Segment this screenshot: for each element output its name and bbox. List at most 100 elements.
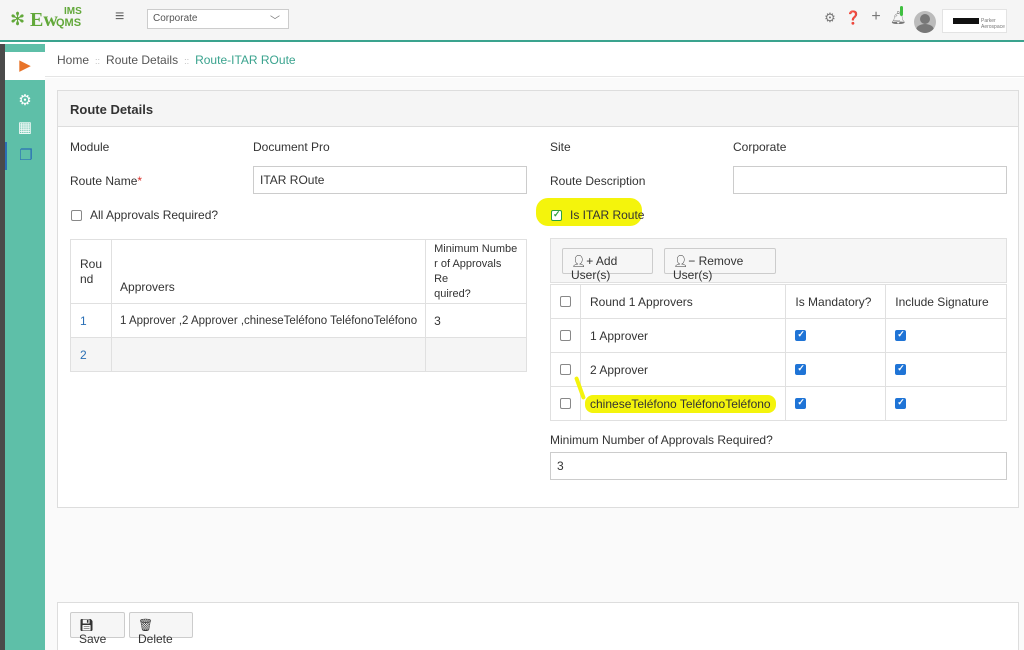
round-header: Rou nd	[69, 239, 113, 304]
route-name-label: Route Name*	[70, 174, 142, 188]
copy-icon: ❐	[19, 147, 33, 164]
min-approvals-label: Minimum Number of Approvals Required?	[550, 433, 773, 447]
delete-button[interactable]: 🗑︎ Delete	[129, 612, 193, 646]
bell-icon[interactable]: 🔔︎	[890, 10, 907, 26]
site-value: Corporate	[733, 140, 787, 154]
sidebar-item-documents[interactable]: ▶	[5, 52, 45, 80]
gear-icon[interactable]: ⚙	[822, 10, 838, 26]
round-link[interactable]: 1	[69, 303, 113, 338]
avatar[interactable]	[914, 11, 936, 33]
signature-checkbox[interactable]	[895, 397, 907, 409]
row-select-checkbox[interactable]	[560, 330, 571, 341]
sidebar-item-settings[interactable]: ⚙	[5, 87, 45, 115]
site-label: Site	[550, 140, 571, 154]
remove-user-icon: 👤︎−	[673, 254, 696, 268]
select-all-checkbox[interactable]	[560, 296, 571, 307]
gears-icon: ⚙	[18, 92, 32, 109]
document-icon: ▶	[19, 57, 31, 74]
approver-name: 2 Approver	[579, 352, 787, 387]
sidebar: ▶ ⚙ ▦ ❐	[0, 44, 45, 650]
table-row: 1 Approver	[550, 318, 1007, 353]
menu-toggle-icon[interactable]: ≡	[115, 8, 124, 26]
logo-flower-icon: ✻	[10, 9, 26, 29]
table-row: 2 Approver	[550, 352, 1007, 387]
approvers-table: Round 1 Approvers Is Mandatory? Include …	[550, 284, 1007, 421]
brand-text: Parker Aerospace	[981, 18, 1005, 30]
site-select[interactable]: Corporate ﹀	[147, 9, 289, 29]
signature-cell	[885, 318, 1007, 353]
round-link[interactable]: 2	[69, 337, 113, 372]
row-select-cell	[550, 318, 581, 353]
table-row: 1 1 Approver ,2 Approver ,chineseTeléfon…	[69, 303, 527, 338]
brand-logo: Parker Aerospace	[942, 9, 1007, 33]
breadcrumb-home[interactable]: Home	[57, 53, 89, 67]
top-bar: ✻ Ew IMS QMS ≡ Corporate ﹀ ⚙ ❓ + 🔔︎ Park…	[0, 0, 1024, 42]
signature-checkbox[interactable]	[895, 363, 907, 375]
mandatory-checkbox[interactable]	[795, 329, 807, 341]
table-row: chineseTeléfono TeléfonoTeléfono	[550, 386, 1007, 421]
min-approvals-cell	[425, 337, 527, 372]
breadcrumb-route-details[interactable]: Route Details	[106, 53, 178, 67]
app-logo[interactable]: ✻ Ew IMS QMS	[10, 6, 90, 34]
route-name-value: ITAR ROute	[260, 173, 325, 187]
site-select-value: Corporate	[153, 13, 198, 24]
approvers-cell	[111, 337, 427, 372]
module-label: Module	[70, 140, 110, 154]
mandatory-checkbox[interactable]	[795, 363, 807, 375]
min-approvals-input[interactable]: 3	[550, 452, 1007, 480]
panel-title: Route Details	[58, 91, 1018, 127]
round-approvers-header: Round 1 Approvers	[579, 284, 787, 319]
signature-header: Include Signature	[885, 284, 1007, 319]
select-all-header	[550, 284, 581, 319]
mandatory-checkbox[interactable]	[795, 397, 807, 409]
row-select-checkbox[interactable]	[560, 398, 571, 409]
rounds-table: Rou nd Approvers Minimum Numbe r of Approv…	[69, 239, 527, 372]
building-icon: ▦	[17, 119, 33, 136]
breadcrumb-separator: ::	[95, 56, 101, 66]
logo-ims: IMS	[64, 6, 82, 17]
breadcrumb-separator: ::	[184, 56, 190, 66]
notification-indicator	[900, 6, 903, 16]
plus-icon[interactable]: +	[868, 9, 884, 25]
signature-cell	[885, 352, 1007, 387]
help-icon[interactable]: ❓	[845, 10, 861, 26]
save-button[interactable]: 💾︎ Save	[70, 612, 125, 646]
module-value: Document Pro	[253, 140, 330, 154]
breadcrumb: Home:: Route Details:: Route-ITAR ROute	[45, 44, 1024, 77]
min-approvals-value: 3	[557, 459, 564, 473]
add-users-button[interactable]: 👤︎+ Add User(s)	[562, 248, 653, 282]
all-approvals-checkbox[interactable]	[71, 210, 82, 221]
route-description-label: Route Description	[550, 174, 646, 188]
signature-checkbox[interactable]	[895, 329, 907, 341]
remove-users-button[interactable]: 👤︎− Remove User(s)	[664, 248, 776, 282]
breadcrumb-current: Route-ITAR ROute	[195, 53, 296, 67]
route-name-input[interactable]: ITAR ROute	[253, 166, 527, 194]
min-approvals-cell: 3	[425, 303, 527, 338]
approver-name: chineseTeléfono TeléfonoTeléfono	[585, 394, 776, 413]
action-bar: 💾︎ Save 🗑︎ Delete	[57, 602, 1019, 650]
approver-name: 1 Approver	[579, 318, 787, 353]
all-approvals-label: All Approvals Required?	[90, 208, 219, 222]
add-user-icon: 👤︎+	[571, 254, 594, 268]
route-details-panel: Route Details Module Document Pro Site C…	[57, 90, 1019, 508]
approvers-cell: 1 Approver ,2 Approver ,chineseTeléfono …	[111, 303, 427, 338]
logo-text: Ew	[30, 9, 58, 31]
sidebar-item-routes[interactable]: ❐	[5, 142, 45, 170]
itar-route-checkbox[interactable]	[551, 209, 562, 221]
route-description-input[interactable]	[733, 166, 1007, 194]
mandatory-cell	[785, 386, 887, 421]
mandatory-cell	[785, 352, 887, 387]
row-select-cell	[550, 386, 581, 421]
save-icon: 💾︎	[79, 618, 95, 632]
row-select-checkbox[interactable]	[560, 364, 571, 375]
chevron-down-icon: ﹀	[270, 16, 280, 27]
approvers-header: Approvers	[111, 239, 427, 304]
trash-icon: 🗑︎	[138, 618, 154, 632]
itar-route-label: Is ITAR Route	[570, 208, 645, 222]
approver-name-cell: chineseTeléfono TeléfonoTeléfono	[579, 386, 787, 421]
sidebar-item-organization[interactable]: ▦	[5, 114, 45, 142]
required-mark: *	[137, 174, 143, 188]
signature-cell	[885, 386, 1007, 421]
mandatory-header: Is Mandatory?	[785, 284, 887, 319]
route-name-label-text: Route Name	[70, 174, 138, 188]
